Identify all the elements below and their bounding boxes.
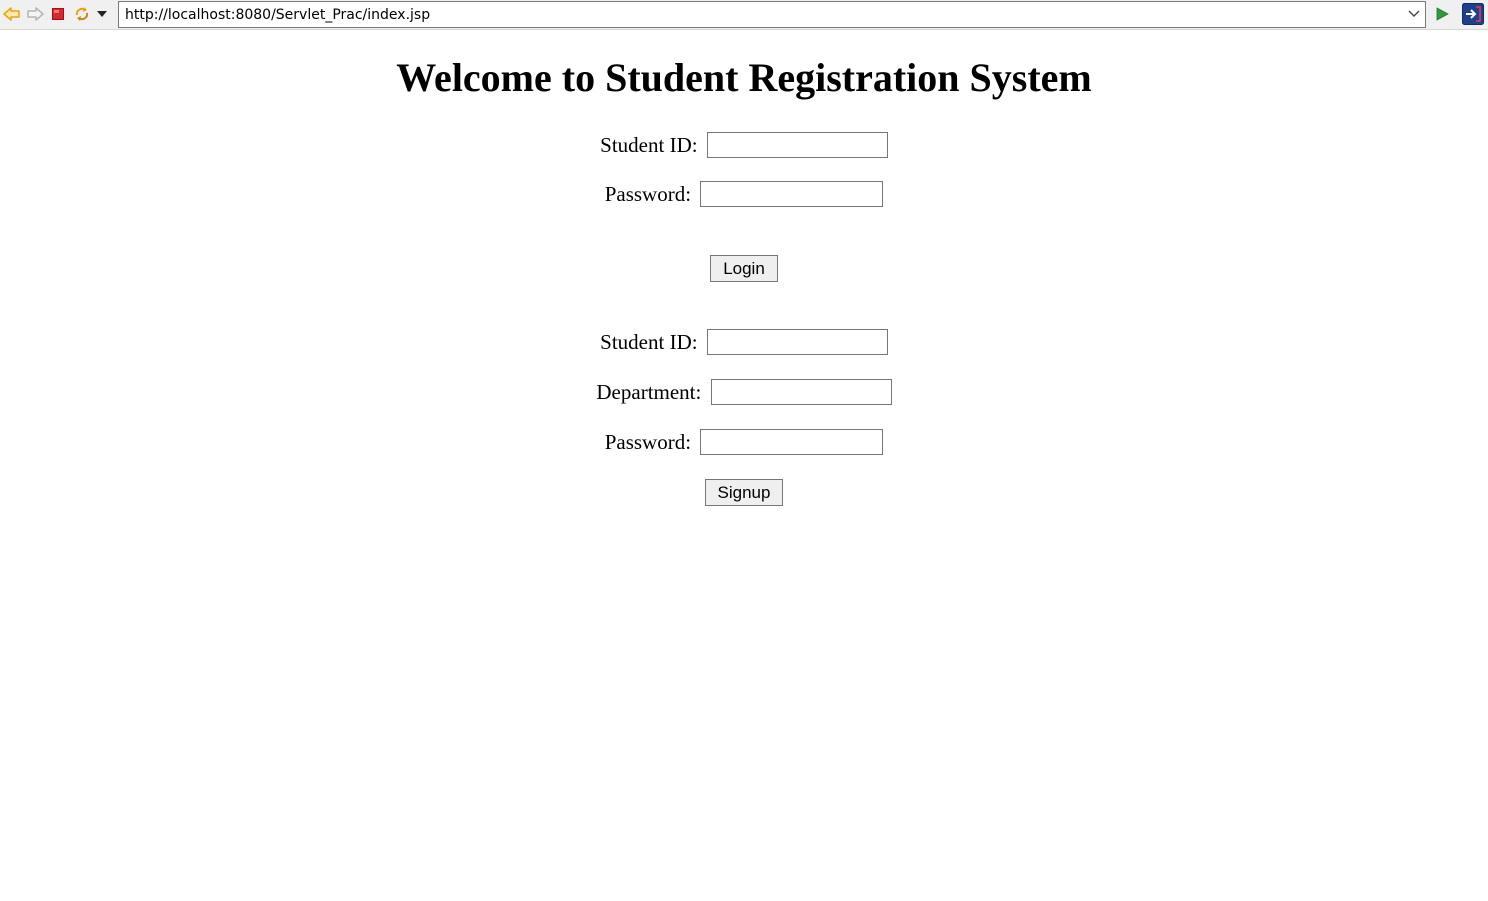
forward-arrow-icon[interactable] [25,4,45,24]
login-button-row: Login [0,253,1488,282]
signup-department-row: Department: [0,376,1488,406]
signup-department-label: Department: [596,380,702,405]
stop-icon[interactable] [48,4,68,24]
browser-toolbar [0,0,1488,30]
login-student-id-label: Student ID: [600,133,698,158]
signup-password-row: Password: [0,426,1488,456]
login-password-input[interactable] [700,181,884,208]
login-student-id-row: Student ID: [0,129,1488,159]
page-title: Welcome to Student Registration System [396,55,1092,100]
refresh-icon[interactable] [72,4,92,24]
url-input[interactable] [119,2,1399,27]
login-button[interactable]: Login [710,255,778,282]
login-password-label: Password: [604,182,692,207]
back-arrow-icon[interactable] [2,4,22,24]
signup-department-input[interactable] [710,379,892,406]
signup-student-id-input[interactable] [706,329,888,356]
signup-password-input[interactable] [700,429,884,456]
signup-button[interactable]: Signup [704,479,784,506]
login-password-row: Password: [0,178,1488,208]
external-browser-icon[interactable] [1462,3,1484,25]
signup-button-row: Signup [0,477,1488,506]
dropdown-arrow-icon[interactable] [93,4,111,24]
signup-student-id-label: Student ID: [600,330,698,355]
chevron-down-icon[interactable] [1405,5,1423,23]
signup-student-id-row: Student ID: [0,326,1488,356]
page-content: Welcome to Student Registration System S… [0,30,1488,901]
go-play-icon[interactable] [1432,4,1452,24]
signup-password-label: Password: [604,430,692,455]
login-student-id-input[interactable] [706,132,888,159]
address-bar[interactable] [118,1,1426,28]
